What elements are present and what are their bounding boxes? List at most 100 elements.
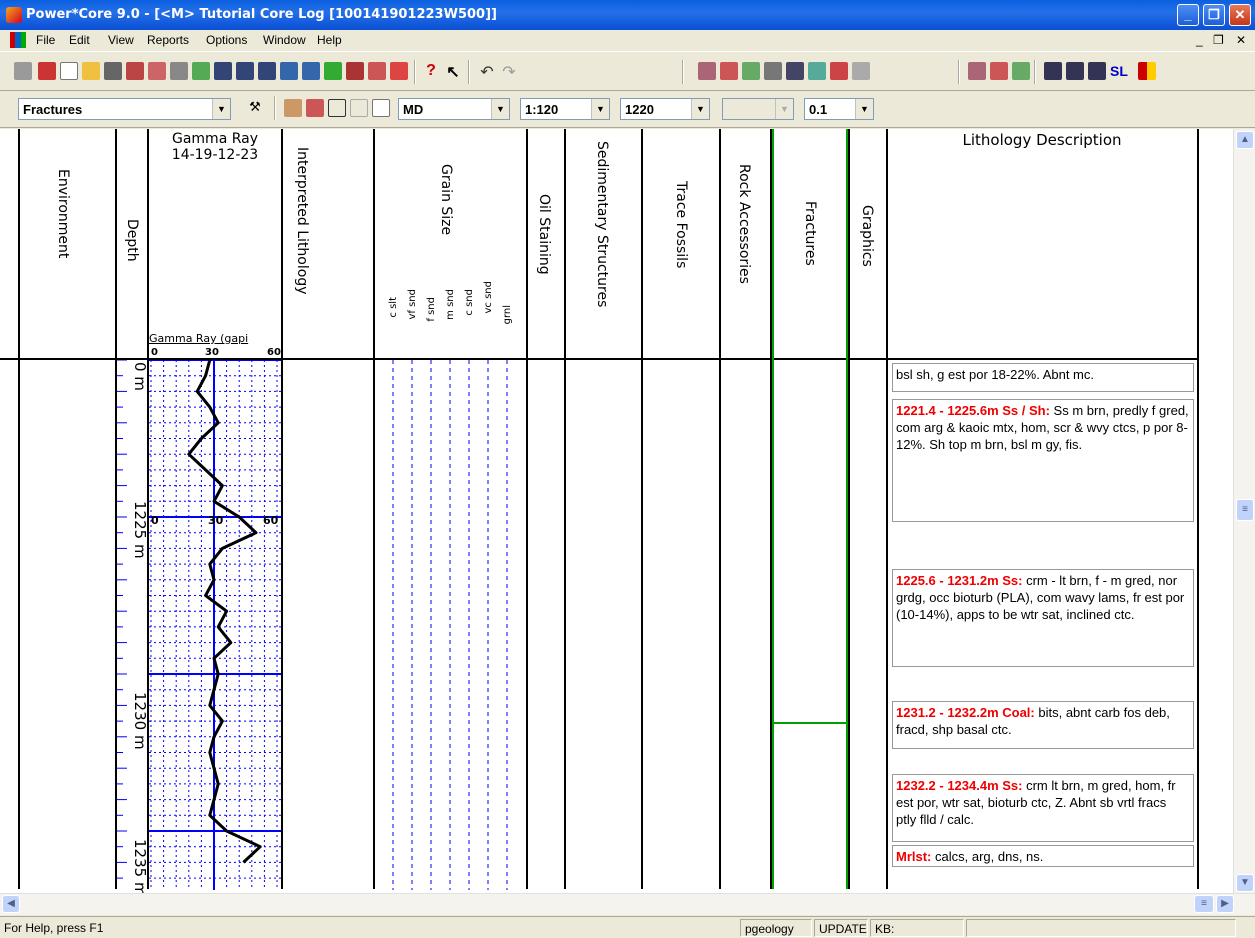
tool-icon[interactable]	[1066, 62, 1084, 80]
interpreted-lithology-header[interactable]: Interpreted Lithology	[294, 147, 310, 295]
oil-staining-header[interactable]: Oil Staining	[536, 194, 552, 275]
sedimentary-structures-header[interactable]: Sedimentary Structures	[594, 141, 610, 307]
tool-icon[interactable]	[852, 62, 870, 80]
tool-icon[interactable]	[126, 62, 144, 80]
context-help-icon[interactable]: ↖	[444, 62, 462, 81]
horizontal-scrollbar[interactable]: ◀ ≡ ▶	[0, 893, 1255, 915]
track-tool-icon[interactable]: ⚒	[246, 99, 264, 117]
tool-icon[interactable]	[302, 62, 320, 80]
increment-select[interactable]: 0.1 ▼	[804, 98, 874, 120]
document-icon[interactable]	[10, 32, 26, 48]
scroll-right-button[interactable]: ▶	[1216, 895, 1234, 913]
gamma-ray-header[interactable]: Gamma Ray	[150, 131, 280, 147]
mdi-close-button[interactable]: ✕	[1236, 33, 1246, 47]
tool-icon[interactable]	[280, 62, 298, 80]
tool-icon[interactable]	[236, 62, 254, 80]
depth-select[interactable]: 1220 ▼	[620, 98, 710, 120]
depth-type-select[interactable]: MD ▼	[398, 98, 510, 120]
tool-icon[interactable]	[170, 62, 188, 80]
environment-header[interactable]: Environment	[55, 169, 71, 258]
chevron-down-icon[interactable]: ▼	[691, 99, 709, 119]
scroll-up-button[interactable]: ▲	[1236, 131, 1254, 149]
tool-icon[interactable]	[258, 62, 276, 80]
lithology-description-header[interactable]: Lithology Description	[888, 131, 1196, 149]
description-box[interactable]: bsl sh, g est por 18-22%. Abnt mc.	[892, 363, 1194, 392]
tool-icon[interactable]	[786, 62, 804, 80]
tool-icon[interactable]	[720, 62, 738, 80]
status-kb: KB:	[870, 919, 964, 937]
menu-file[interactable]: File	[36, 33, 55, 47]
tool-icon[interactable]	[808, 62, 826, 80]
tool-icon[interactable]	[372, 99, 390, 117]
tool-icon[interactable]	[764, 62, 782, 80]
tool-icon[interactable]	[1088, 62, 1106, 80]
close-button[interactable]: ✕	[1229, 4, 1251, 26]
tool-icon[interactable]	[214, 62, 232, 80]
minimize-button[interactable]: _	[1177, 4, 1199, 26]
chevron-down-icon[interactable]: ▼	[491, 99, 509, 119]
core-log-view[interactable]: Environment Depth Gamma Ray 14-19-12-23 …	[0, 129, 1255, 897]
tool-icon[interactable]	[368, 62, 386, 80]
grain-size-header[interactable]: Grain Size	[438, 164, 454, 235]
tool-icon[interactable]	[1138, 62, 1156, 80]
chevron-down-icon[interactable]: ▼	[855, 99, 873, 119]
tool-icon[interactable]	[148, 62, 166, 80]
menu-reports[interactable]: Reports	[147, 33, 189, 47]
menu-edit[interactable]: Edit	[69, 33, 90, 47]
tool-icon[interactable]	[990, 62, 1008, 80]
tool-icon[interactable]	[192, 62, 210, 80]
tool-icon[interactable]	[830, 62, 848, 80]
description-box[interactable]: 1221.4 - 1225.6m Ss / Sh: Ss m brn, pred…	[892, 399, 1194, 522]
rock-accessories-header[interactable]: Rock Accessories	[736, 164, 752, 284]
status-user: pgeology	[740, 919, 812, 937]
depth-label-1225: 1225 m	[131, 501, 149, 559]
description-box[interactable]: 1231.2 - 1232.2m Coal: bits, abnt carb f…	[892, 701, 1194, 749]
mdi-restore-button[interactable]: ❐	[1213, 33, 1224, 47]
description-box[interactable]: 1225.6 - 1231.2m Ss: crm - lt brn, f - m…	[892, 569, 1194, 667]
tool-icon[interactable]	[346, 62, 364, 80]
scale-select[interactable]: 1:120 ▼	[520, 98, 610, 120]
core-tool-icon[interactable]	[38, 62, 56, 80]
depth-header[interactable]: Depth	[124, 219, 140, 262]
track-select[interactable]: Fractures ▼	[18, 98, 231, 120]
tool-icon[interactable]	[1012, 62, 1030, 80]
undo-icon[interactable]: ↶	[478, 62, 496, 81]
maximize-button[interactable]: ❐	[1203, 4, 1225, 26]
chevron-down-icon[interactable]: ▼	[212, 99, 230, 119]
scroll-left-button[interactable]: ◀	[2, 895, 20, 913]
tool-icon[interactable]	[328, 99, 346, 117]
description-head: 1221.4 - 1225.6m Ss / Sh:	[896, 403, 1050, 418]
fractures-header[interactable]: Fractures	[802, 201, 818, 266]
scroll-thumb[interactable]: ≡	[1236, 499, 1254, 521]
scroll-thumb-horizontal[interactable]: ≡	[1194, 895, 1214, 913]
description-box[interactable]: 1232.2 - 1234.4m Ss: crm lt brn, m gred,…	[892, 774, 1194, 842]
menu-window[interactable]: Window	[263, 33, 306, 47]
print-icon[interactable]	[104, 62, 122, 80]
chevron-down-icon[interactable]: ▼	[591, 99, 609, 119]
app-icon[interactable]	[6, 7, 22, 23]
tool-icon[interactable]	[284, 99, 302, 117]
help-icon[interactable]: ?	[422, 62, 440, 80]
description-box[interactable]: Mrlst: calcs, arg, dns, ns.	[892, 845, 1194, 867]
tool-icon[interactable]	[742, 62, 760, 80]
tool-icon[interactable]	[968, 62, 986, 80]
new-file-icon[interactable]	[60, 62, 78, 80]
vertical-scrollbar[interactable]: ▲ ≡ ▼	[1233, 129, 1255, 897]
fractures-track-border	[846, 129, 848, 889]
open-folder-icon[interactable]	[82, 62, 100, 80]
menu-options[interactable]: Options	[206, 33, 247, 47]
mdi-minimize-button[interactable]: _	[1196, 33, 1203, 47]
scale-value: 1:120	[525, 102, 559, 117]
gamma-inline-mid: 30	[208, 514, 224, 527]
tool-icon[interactable]	[324, 62, 342, 80]
trace-fossils-header[interactable]: Trace Fossils	[673, 181, 689, 268]
tool-icon[interactable]	[390, 62, 408, 80]
scroll-down-button[interactable]: ▼	[1236, 874, 1254, 892]
menu-view[interactable]: View	[108, 33, 134, 47]
tool-icon[interactable]	[698, 62, 716, 80]
sl-button[interactable]: SL	[1110, 62, 1128, 80]
graphics-header[interactable]: Graphics	[859, 205, 875, 267]
tool-icon[interactable]	[306, 99, 324, 117]
tool-icon[interactable]	[1044, 62, 1062, 80]
menu-help[interactable]: Help	[317, 33, 342, 47]
